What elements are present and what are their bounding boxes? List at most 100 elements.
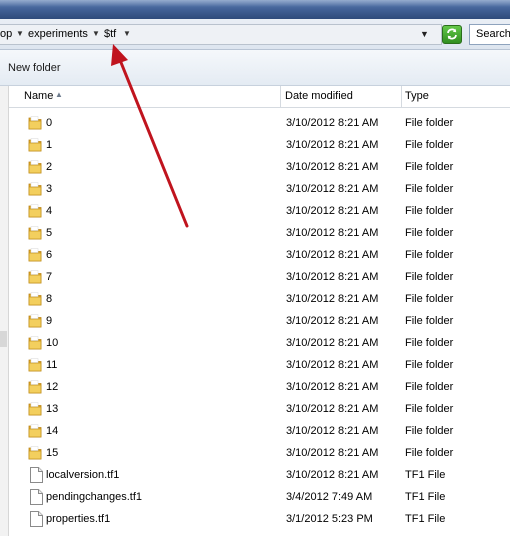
- list-item[interactable]: 5 3/10/2012 8:21 AM File folder: [9, 223, 510, 245]
- column-type-label: Type: [405, 90, 429, 102]
- file-type: File folder: [405, 183, 454, 195]
- file-name: properties.tf1: [46, 513, 111, 525]
- file-date-modified: 3/1/2012 5:23 PM: [286, 513, 373, 525]
- file-name: 6: [46, 249, 53, 261]
- file-date-modified: 3/10/2012 8:21 AM: [286, 271, 379, 283]
- file-date-modified: 3/10/2012 8:21 AM: [286, 381, 379, 393]
- chevron-down-icon[interactable]: ▼: [92, 29, 100, 38]
- address-bar-area: op ▼ experiments ▼ $tf ▼ ▼ Search: [0, 19, 510, 50]
- folder-icon: [28, 115, 42, 131]
- file-icon: [30, 489, 43, 505]
- list-item[interactable]: pendingchanges.tf1 3/4/2012 7:49 AM TF1 Fi…: [9, 487, 510, 509]
- file-type: TF1 File: [405, 513, 446, 525]
- folder-icon: [28, 379, 42, 395]
- file-type: File folder: [405, 117, 454, 129]
- file-date-modified: 3/10/2012 8:21 AM: [286, 315, 379, 327]
- file-icon: [30, 511, 43, 527]
- folder-icon: [28, 401, 42, 417]
- list-item[interactable]: 4 3/10/2012 8:21 AM File folder: [9, 201, 510, 223]
- list-item[interactable]: properties.tf1 3/1/2012 5:23 PM TF1 File: [9, 509, 510, 531]
- file-name: 0: [46, 117, 53, 129]
- file-name: 14: [46, 425, 59, 437]
- sort-ascending-icon: ▲: [55, 90, 63, 99]
- file-name: 8: [46, 293, 53, 305]
- file-date-modified: 3/10/2012 8:21 AM: [286, 403, 379, 415]
- file-date-modified: 3/10/2012 8:21 AM: [286, 337, 379, 349]
- address-history-dropdown-icon[interactable]: ▼: [420, 29, 429, 39]
- file-name: 7: [46, 271, 53, 283]
- file-type: File folder: [405, 337, 454, 349]
- file-date-modified: 3/10/2012 8:21 AM: [286, 293, 379, 305]
- list-item[interactable]: 1 3/10/2012 8:21 AM File folder: [9, 135, 510, 157]
- column-header-type[interactable]: Type: [402, 86, 510, 107]
- list-item[interactable]: localversion.tf1 3/10/2012 8:21 AM TF1 Fil…: [9, 465, 510, 487]
- list-item[interactable]: 10 3/10/2012 8:21 AM File folder: [9, 333, 510, 355]
- chevron-down-icon[interactable]: ▼: [123, 29, 131, 38]
- file-date-modified: 3/10/2012 8:21 AM: [286, 139, 379, 151]
- list-item[interactable]: 15 3/10/2012 8:21 AM File folder: [9, 443, 510, 465]
- file-type: File folder: [405, 205, 454, 217]
- file-icon: [30, 467, 43, 483]
- file-name: 12: [46, 381, 59, 393]
- list-item[interactable]: 0 3/10/2012 8:21 AM File folder: [9, 113, 510, 135]
- file-type: File folder: [405, 271, 454, 283]
- file-name: 4: [46, 205, 53, 217]
- folder-icon: [28, 181, 42, 197]
- address-bar[interactable]: op ▼ experiments ▼ $tf ▼ ▼: [0, 24, 442, 45]
- column-header-row: Name ▲ Date modified Type: [9, 86, 510, 108]
- list-item[interactable]: 11 3/10/2012 8:21 AM File folder: [9, 355, 510, 377]
- list-item[interactable]: 2 3/10/2012 8:21 AM File folder: [9, 157, 510, 179]
- search-input[interactable]: Search: [469, 24, 510, 45]
- file-type: TF1 File: [405, 469, 446, 481]
- file-date-modified: 3/10/2012 8:21 AM: [286, 161, 379, 173]
- refresh-button[interactable]: [442, 25, 462, 44]
- scroll-thumb[interactable]: [0, 331, 7, 347]
- file-name: 11: [46, 359, 58, 371]
- new-folder-button[interactable]: New folder: [8, 62, 61, 74]
- file-type: File folder: [405, 403, 454, 415]
- file-date-modified: 3/10/2012 8:21 AM: [286, 469, 379, 481]
- file-type: File folder: [405, 359, 454, 371]
- chevron-down-icon[interactable]: ▼: [16, 29, 24, 38]
- file-date-modified: 3/10/2012 8:21 AM: [286, 249, 379, 261]
- folder-icon: [28, 313, 42, 329]
- folder-icon: [28, 159, 42, 175]
- file-type: File folder: [405, 315, 454, 327]
- navigation-pane-scrollbar[interactable]: [0, 86, 9, 536]
- file-date-modified: 3/10/2012 8:21 AM: [286, 205, 379, 217]
- window-title-bar: [0, 0, 510, 19]
- list-item[interactable]: 12 3/10/2012 8:21 AM File folder: [9, 377, 510, 399]
- breadcrumb-experiments[interactable]: experiments: [28, 28, 88, 40]
- folder-icon: [28, 225, 42, 241]
- file-date-modified: 3/10/2012 8:21 AM: [286, 227, 379, 239]
- file-type: File folder: [405, 249, 454, 261]
- column-header-date[interactable]: Date modified: [281, 86, 402, 107]
- refresh-icon: [447, 28, 457, 40]
- file-date-modified: 3/10/2012 8:21 AM: [286, 425, 379, 437]
- list-item[interactable]: 3 3/10/2012 8:21 AM File folder: [9, 179, 510, 201]
- folder-icon: [28, 247, 42, 263]
- file-date-modified: 3/10/2012 8:21 AM: [286, 117, 379, 129]
- folder-icon: [28, 269, 42, 285]
- file-type: File folder: [405, 447, 454, 459]
- list-item[interactable]: 6 3/10/2012 8:21 AM File folder: [9, 245, 510, 267]
- folder-icon: [28, 357, 42, 373]
- list-item[interactable]: 9 3/10/2012 8:21 AM File folder: [9, 311, 510, 333]
- folder-icon: [28, 203, 42, 219]
- list-item[interactable]: 8 3/10/2012 8:21 AM File folder: [9, 289, 510, 311]
- file-name: 5: [46, 227, 53, 239]
- list-item[interactable]: 7 3/10/2012 8:21 AM File folder: [9, 267, 510, 289]
- list-item[interactable]: 14 3/10/2012 8:21 AM File folder: [9, 421, 510, 443]
- column-header-name[interactable]: Name ▲: [9, 86, 281, 107]
- file-name: 9: [46, 315, 53, 327]
- file-type: File folder: [405, 139, 454, 151]
- file-name: 13: [46, 403, 59, 415]
- folder-icon: [28, 423, 42, 439]
- breadcrumb-tf[interactable]: $tf: [104, 28, 116, 40]
- file-name: 2: [46, 161, 53, 173]
- column-date-label: Date modified: [285, 90, 353, 102]
- file-type: TF1 File: [405, 491, 446, 503]
- list-item[interactable]: 13 3/10/2012 8:21 AM File folder: [9, 399, 510, 421]
- breadcrumb-desktop[interactable]: op: [0, 28, 12, 40]
- file-type: File folder: [405, 425, 454, 437]
